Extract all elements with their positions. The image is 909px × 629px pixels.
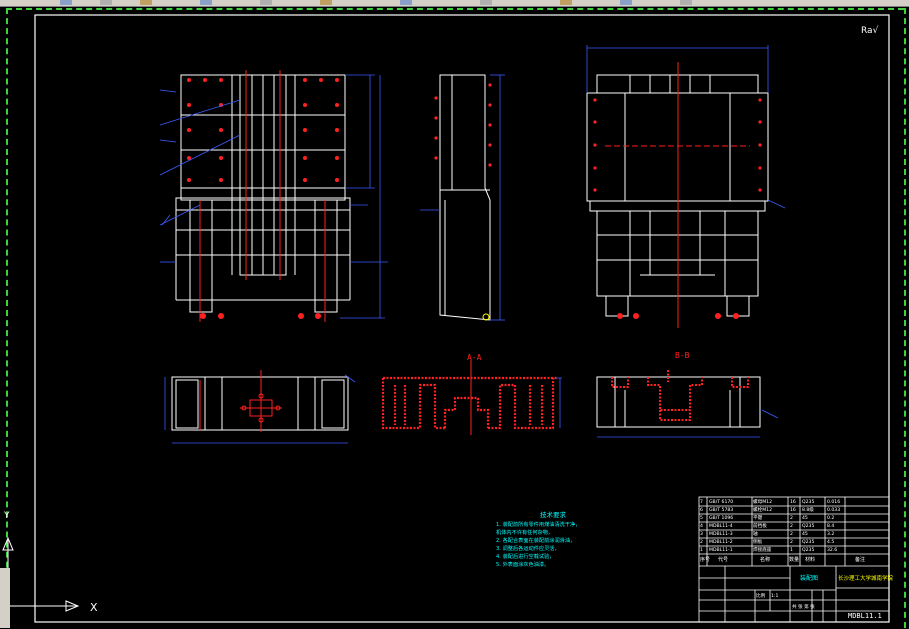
parts-cell: 前挡板 — [753, 522, 767, 529]
parts-cell: 16 — [790, 499, 796, 505]
section-label-mid: A-A — [467, 353, 482, 362]
parts-cell: 1 — [700, 547, 703, 553]
notes-line: 4. 装配后进行空载试验， — [496, 552, 554, 560]
parts-cell: 3.2 — [827, 531, 834, 537]
parts-cell: 焊接底座 — [753, 546, 772, 553]
notes-line: 机体内不许有任何杂物， — [496, 528, 553, 536]
drawing-name: 装配图 — [800, 574, 818, 582]
notes-line: 3. 调整后各运动件应灵活， — [496, 544, 560, 552]
section-mid-dims — [555, 377, 562, 428]
technical-notes: 技术要求 1. 装配前所有零件用煤油清洗干净， 机体内不许有任何杂物， 2. 各… — [496, 510, 580, 568]
parts-cell: 螺母M12 — [753, 498, 772, 505]
parts-cell: 3 — [700, 531, 703, 537]
parts-cell: GB/T 5783 — [709, 507, 733, 513]
parts-cell: MDBL11-4 — [709, 523, 733, 529]
parts-cell: 1 — [790, 547, 793, 553]
section-right-dims — [597, 409, 779, 438]
parts-cell: 16 — [790, 507, 796, 513]
parts-cell: MDBL11-2 — [709, 539, 733, 545]
parts-cell: GB/T 1096 — [709, 515, 733, 521]
section-left-dims — [164, 374, 356, 444]
notes-title: 技术要求 — [540, 510, 567, 519]
parts-cell: 7 — [700, 499, 703, 505]
top-view-centerlines — [605, 62, 750, 328]
header-col: 名称 — [760, 556, 770, 563]
header-col: 代号 — [718, 556, 728, 563]
ucs-y-label: Y — [3, 511, 10, 521]
parts-cell: 0.2 — [827, 515, 834, 521]
parts-cell: 0.033 — [827, 507, 840, 513]
parts-cell: 45 — [802, 531, 808, 537]
side-view-bolts — [434, 83, 492, 167]
drawing-frame — [34, 14, 890, 623]
parts-cell: 2 — [700, 539, 703, 545]
header-col: 材料 — [805, 556, 815, 563]
ucs-x-label: X — [90, 601, 98, 614]
parts-cell: 2 — [790, 523, 793, 529]
parts-cell: Q235 — [802, 547, 814, 553]
parts-cell: Q235 — [802, 499, 814, 505]
side-view — [439, 74, 491, 321]
parts-cell: 6 — [700, 507, 703, 513]
parts-cell: 5 — [700, 515, 703, 521]
ucs-axis-icon: X Y — [2, 511, 98, 614]
parts-cell: MDBL11-3 — [709, 531, 733, 537]
parts-cell: 平键 — [753, 514, 763, 521]
scale-label: 比例 — [756, 592, 766, 599]
parts-cell: 45 — [802, 515, 808, 521]
parts-cell: 2 — [790, 515, 793, 521]
parts-cell: 轴 — [753, 530, 758, 537]
parts-cell: 4 — [700, 523, 703, 529]
parts-cell: 32.6 — [827, 547, 837, 553]
notes-line: 5. 外表面涂灰色油漆。 — [496, 560, 549, 568]
front-view — [175, 74, 351, 313]
sheet-label: 共 张 第 张 — [792, 603, 815, 610]
header-col: 序号 — [700, 556, 710, 563]
side-view-dims — [420, 74, 505, 321]
parts-cell: 螺栓M12 — [753, 506, 772, 513]
cad-drawing-canvas[interactable]: Ra√ A-A B-B 技术要求 1. 装配前所有零件用煤油清洗干净， 机体内不… — [0, 0, 909, 629]
header-col: 数量 — [789, 556, 799, 563]
parts-cell: 2 — [790, 539, 793, 545]
parts-cell: GB/T 6170 — [709, 499, 733, 505]
title-block-header: 序号 代号 名称 数量 材料 备注 — [700, 556, 865, 563]
parts-cell: 2 — [790, 531, 793, 537]
notes-line: 2. 各配合表面在装配前涂润滑油， — [496, 536, 575, 544]
parts-cell: Q235 — [802, 523, 814, 529]
parts-cell: Q235 — [802, 539, 814, 545]
scale-value: 1:1 — [771, 593, 778, 599]
school-name: 长沙理工大学城南学院 — [838, 574, 894, 582]
parts-cell: MDBL11-1 — [709, 547, 733, 553]
top-view-dims — [586, 45, 786, 209]
parts-cell: 8.8级 — [802, 506, 814, 513]
corner-mark: Ra√ — [861, 25, 879, 36]
header-col: 备注 — [855, 556, 865, 563]
notes-line: 1. 装配前所有零件用煤油清洗干净， — [496, 520, 580, 528]
parts-cell: 4.5 — [827, 539, 834, 545]
section-label-right: B-B — [675, 351, 690, 360]
drawing-number: MDBL11.1 — [848, 612, 882, 620]
command-panel-stub[interactable] — [0, 568, 10, 628]
parts-cell: 8.4 — [827, 523, 834, 529]
section-left-center — [199, 370, 282, 432]
parts-cell: 0.016 — [827, 499, 840, 505]
parts-cell: 侧板 — [753, 538, 763, 545]
